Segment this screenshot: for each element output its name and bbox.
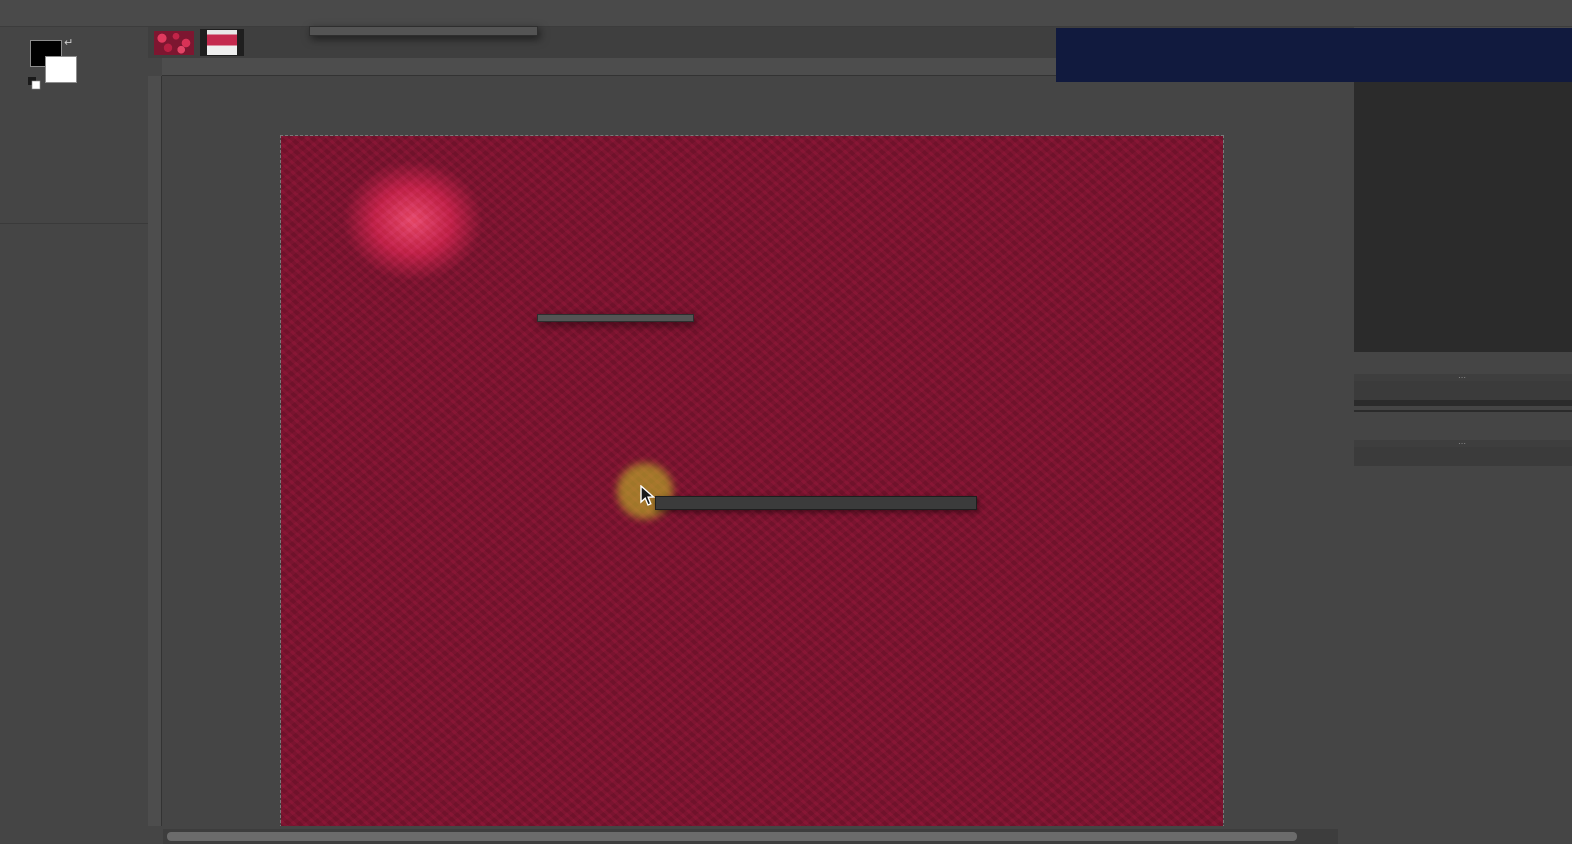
image-tab-flowers[interactable]: [152, 29, 196, 56]
canvas-viewport[interactable]: [163, 77, 1354, 826]
image-thumbnail: [207, 30, 237, 55]
reset-colors-icon[interactable]: [28, 75, 41, 94]
video-subtitle: [18, 636, 1548, 644]
image-thumbnail: [154, 30, 194, 55]
pattern-grid[interactable]: [1354, 410, 1572, 412]
brush-pattern-font-tabs: [1354, 381, 1572, 400]
tool-grid: [0, 27, 148, 29]
right-dock: ╱ ✛ ▦ 👁 ⋯ ⋯: [1354, 27, 1572, 844]
pattern-button-strip: [1354, 418, 1572, 440]
filter-menu[interactable]: [309, 26, 538, 36]
swap-colors-icon[interactable]: ↵: [64, 36, 73, 49]
scrollbar-thumb[interactable]: [167, 832, 1297, 841]
filter-tooltip: [655, 496, 977, 510]
channel-path-tabs: [1354, 447, 1572, 466]
mouse-cursor-icon: [640, 485, 656, 506]
color-area: ↵: [0, 34, 148, 100]
horizontal-scrollbar[interactable]: [163, 829, 1338, 844]
background-color-swatch[interactable]: [45, 56, 77, 83]
menu-bar: [0, 0, 1572, 27]
canvas-area: [148, 27, 1354, 844]
toolbox: ↵: [0, 27, 148, 844]
video-title-banner: [1056, 28, 1572, 82]
color-mapping-submenu[interactable]: [537, 314, 694, 322]
layer-button-strip: [1354, 352, 1572, 374]
image-tab-clipboard[interactable]: [200, 29, 244, 56]
layer-list[interactable]: 👁: [1354, 52, 1572, 352]
tool-option-row: [4, 242, 144, 246]
dock-grip[interactable]: ⋯: [1354, 440, 1572, 448]
dock-grip[interactable]: ⋯: [1354, 374, 1572, 382]
vertical-ruler[interactable]: [148, 76, 162, 826]
gimp-window: ↵ ⋯ ⋯: [0, 0, 1572, 844]
tool-options-panel: [0, 223, 148, 844]
canvas-image[interactable]: [280, 135, 1224, 826]
